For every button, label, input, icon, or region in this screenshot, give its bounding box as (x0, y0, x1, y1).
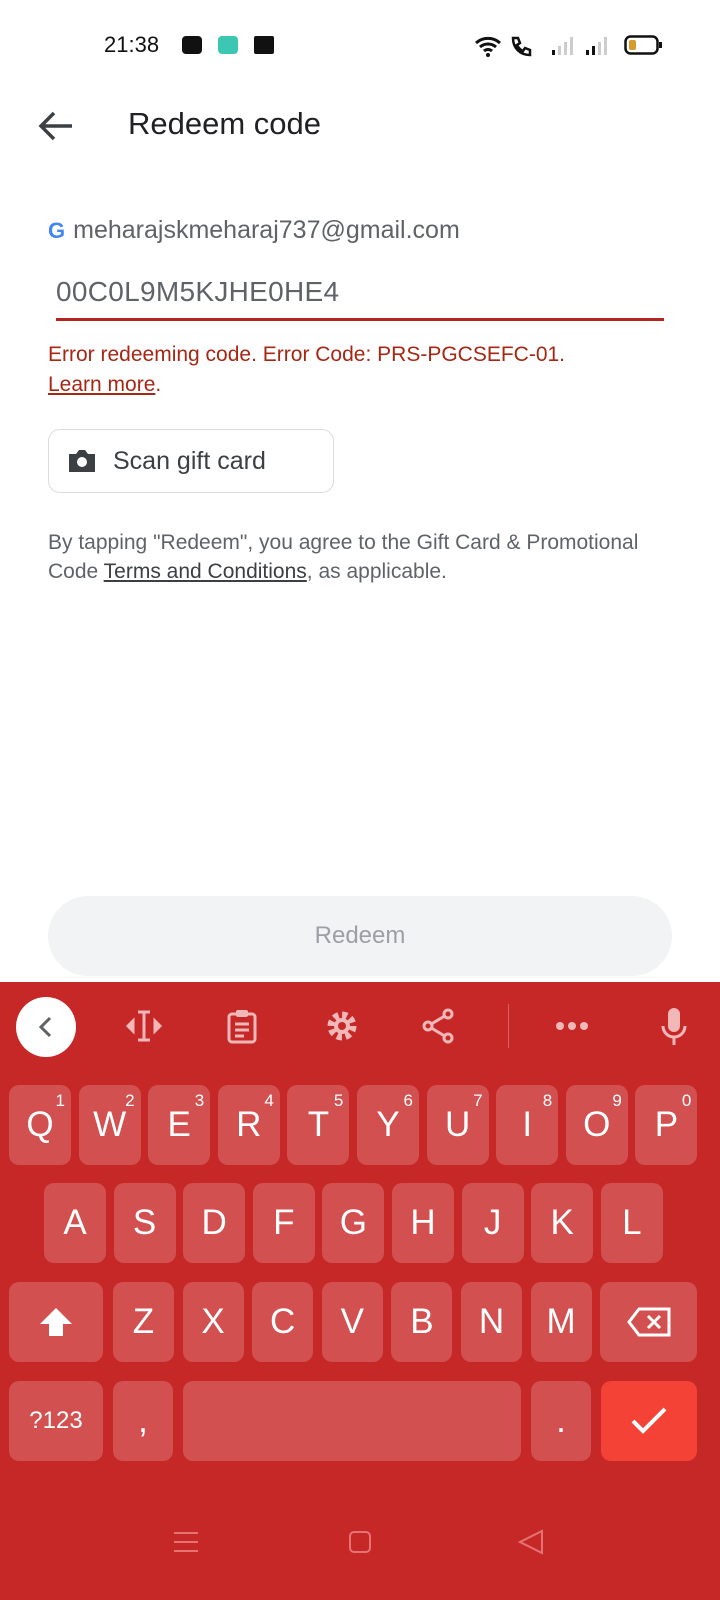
wifi-call-icon (511, 36, 532, 57)
key-z[interactable]: Z (113, 1282, 174, 1362)
account-email: meharajskmeharaj737@gmail.com (73, 216, 460, 244)
key-v[interactable]: V (321, 1282, 383, 1362)
redeem-button[interactable]: Redeem (48, 896, 672, 976)
back-icon[interactable] (512, 1527, 552, 1557)
period-key[interactable]: . (531, 1381, 591, 1461)
key-n[interactable]: N (461, 1282, 522, 1362)
shift-key[interactable] (9, 1282, 103, 1362)
input-underline (56, 318, 664, 321)
microphone-icon[interactable] (654, 1006, 694, 1046)
key-p[interactable]: P0 (635, 1085, 698, 1165)
account-row: G meharajskmeharaj737@gmail.com (48, 216, 460, 245)
key-l[interactable]: L (600, 1183, 663, 1263)
home-icon[interactable] (340, 1527, 380, 1557)
key-r[interactable]: R4 (217, 1085, 280, 1165)
key-j[interactable]: J (461, 1183, 524, 1263)
key-u[interactable]: U7 (426, 1085, 489, 1165)
check-icon (631, 1407, 667, 1434)
battery-icon (624, 35, 662, 55)
youtube-icon (182, 36, 202, 54)
clipboard-icon[interactable] (222, 1006, 262, 1046)
terms-text: By tapping "Redeem", you agree to the Gi… (48, 531, 639, 583)
key-f[interactable]: F (252, 1183, 315, 1263)
status-time: 21:38 (104, 32, 160, 57)
key-g[interactable]: G (322, 1183, 385, 1263)
chevron-left-icon (38, 1016, 52, 1038)
page-title: Redeem code (128, 106, 322, 141)
app-icon (218, 36, 238, 54)
toolbar-divider (508, 1004, 509, 1048)
key-e[interactable]: E3 (148, 1085, 211, 1165)
key-s[interactable]: S (113, 1183, 176, 1263)
camera-icon (69, 450, 95, 472)
back-button[interactable] (36, 106, 76, 146)
code-input[interactable]: 00C0L9M5KJHE0HE4 (56, 276, 339, 308)
key-m[interactable]: M (530, 1282, 592, 1362)
symbols-key[interactable]: ?123 (9, 1381, 103, 1461)
learn-more-link[interactable]: Learn more (48, 373, 155, 396)
space-key[interactable] (183, 1381, 521, 1461)
collapse-button[interactable] (16, 997, 76, 1057)
key-row-4: ?123 , . (0, 1381, 720, 1461)
key-q[interactable]: Q1 (9, 1085, 71, 1165)
status-bar: 21:38 (0, 30, 720, 60)
scan-gift-card-button[interactable]: Scan gift card (48, 429, 334, 493)
cursor-move-icon[interactable] (124, 1006, 164, 1046)
key-k[interactable]: K (531, 1183, 594, 1263)
backspace-icon (626, 1307, 670, 1337)
gear-icon[interactable] (322, 1006, 362, 1046)
key-b[interactable]: B (391, 1282, 453, 1362)
more-icon[interactable] (552, 1006, 592, 1046)
menu-icon[interactable] (166, 1527, 206, 1557)
comma-key[interactable]: , (113, 1381, 173, 1461)
key-d[interactable]: D (183, 1183, 246, 1263)
terms-link[interactable]: Terms and Conditions (104, 560, 307, 583)
facebook-icon (254, 36, 274, 54)
key-t[interactable]: T5 (287, 1085, 350, 1165)
signal-sim1-icon (552, 37, 573, 55)
keyboard: Q1W2E3R4T5Y6U7I8O9P0 ASDFGHJKL ZXCVBNM ?… (0, 982, 720, 1600)
key-row-3: ZXCVBNM (0, 1282, 720, 1362)
key-row-1: Q1W2E3R4T5Y6U7I8O9P0 (0, 1085, 720, 1165)
wifi-icon (475, 36, 501, 57)
signal-sim2-icon (586, 37, 607, 55)
key-y[interactable]: Y6 (357, 1085, 419, 1165)
shift-icon (40, 1308, 72, 1336)
key-c[interactable]: C (252, 1282, 314, 1362)
backspace-key[interactable] (600, 1282, 697, 1362)
key-row-2: ASDFGHJKL (0, 1183, 720, 1263)
error-message: Error redeeming code. Error Code: PRS-PG… (48, 343, 566, 396)
key-h[interactable]: H (392, 1183, 454, 1263)
share-icon[interactable] (418, 1006, 458, 1046)
key-a[interactable]: A (44, 1183, 106, 1263)
google-logo-icon: G (48, 217, 66, 243)
key-i[interactable]: I8 (496, 1085, 559, 1165)
enter-key[interactable] (601, 1381, 697, 1461)
key-x[interactable]: X (182, 1282, 244, 1362)
key-w[interactable]: W2 (78, 1085, 141, 1165)
key-o[interactable]: O9 (565, 1085, 628, 1165)
arrow-left-icon (38, 111, 72, 141)
keyboard-toolbar (0, 982, 720, 1070)
